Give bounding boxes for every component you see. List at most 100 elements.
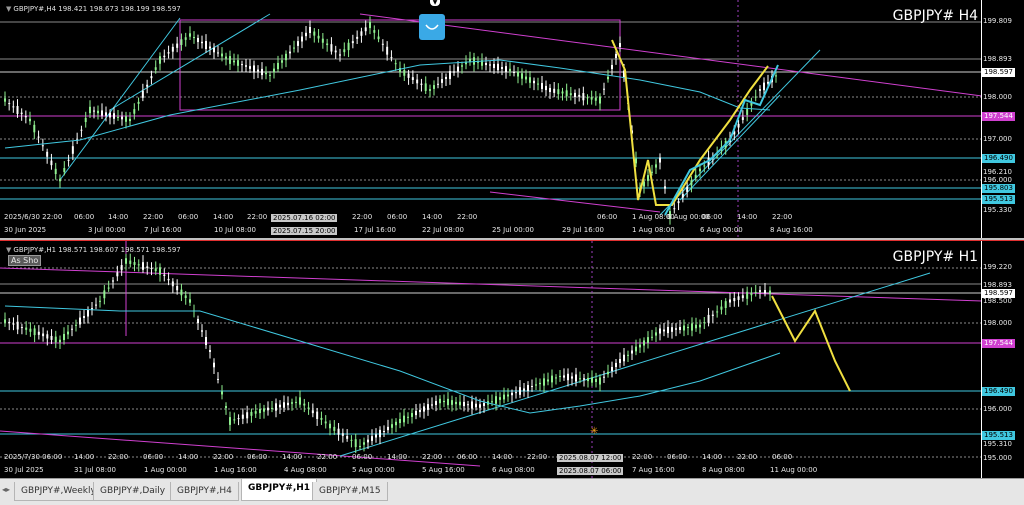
- candle-body: [424, 83, 427, 91]
- time-label: 14:00: [492, 453, 513, 461]
- candle-body: [582, 93, 585, 101]
- candle-body: [463, 401, 465, 407]
- candle-body: [579, 378, 581, 380]
- candle-body: [291, 402, 293, 404]
- time-label: 06:00: [702, 213, 723, 221]
- time-label: 22:00: [737, 453, 758, 461]
- candle-body: [299, 397, 301, 405]
- candle-body: [317, 35, 320, 39]
- candle-body: [221, 391, 223, 395]
- time-label: 22:00: [632, 453, 653, 461]
- candle-body: [583, 378, 585, 380]
- candle-body: [141, 90, 144, 98]
- time-label: 8 Aug 16:00: [770, 226, 813, 234]
- time-label: 06:00: [74, 213, 95, 221]
- candle-body: [769, 290, 771, 295]
- h1-chart-pane[interactable]: ✳ ▼ GBPJPY#,H1 198.571 198.607 198.571 19…: [0, 240, 1024, 478]
- candle-body: [25, 327, 28, 330]
- candle-body: [411, 77, 414, 80]
- candle-body: [184, 295, 187, 299]
- candle-body: [176, 43, 179, 48]
- candle-body: [517, 71, 519, 77]
- tab-h4[interactable]: GBPJPY#,H4: [170, 482, 239, 501]
- candle-body: [411, 413, 413, 417]
- candle-body: [451, 400, 453, 405]
- price-label: 195.310: [983, 440, 1012, 448]
- candle-body: [521, 73, 523, 79]
- candle-body: [75, 324, 77, 326]
- h4-chart-pane[interactable]: ▼ GBPJPY#,H4 198.421 198.673 198.199 198.…: [0, 0, 1024, 238]
- h1-timeframe-label: GBPJPY# H1: [892, 249, 978, 265]
- candle-body: [8, 103, 11, 105]
- candle-body: [764, 290, 766, 294]
- price-label: 198.000: [983, 319, 1012, 327]
- tab-daily[interactable]: GBPJPY#,Daily: [93, 482, 173, 501]
- candle-body: [283, 402, 285, 408]
- candle-body: [578, 94, 581, 97]
- signal-indicator-icon[interactable]: [419, 14, 445, 40]
- candle-body: [99, 300, 101, 302]
- candle-body: [387, 426, 389, 431]
- time-label: 06:00: [597, 213, 618, 221]
- candle-body: [759, 89, 761, 91]
- candle-body: [307, 407, 310, 409]
- price-label: 199.809: [983, 17, 1012, 25]
- time-label: 06:00: [457, 453, 478, 461]
- chart-shift-icon[interactable]: ▼: [430, 0, 440, 6]
- candle-body: [619, 359, 621, 363]
- time-label: 14:00: [387, 453, 408, 461]
- candle-body: [455, 401, 457, 405]
- candle-body: [37, 136, 40, 138]
- time-label: 06:00: [667, 453, 688, 461]
- time-label: 25 Jul 00:00: [492, 226, 534, 234]
- price-label: 199.220: [983, 263, 1012, 271]
- candle-body: [623, 354, 625, 362]
- candle-body: [163, 274, 166, 276]
- candle-body: [673, 208, 676, 210]
- cyan-level-badge: 195.803: [982, 184, 1015, 193]
- candle-body: [275, 403, 277, 411]
- time-label: 06:00: [247, 453, 268, 461]
- candle-body: [12, 106, 15, 108]
- time-label: 8 Aug 08:00: [702, 466, 745, 474]
- trendline-magenta: [0, 430, 481, 467]
- time-label: 14:00: [213, 213, 234, 221]
- candle-body: [607, 371, 609, 375]
- as-show-button[interactable]: As Sho: [8, 255, 42, 266]
- candle-body: [651, 171, 653, 173]
- candle-body: [555, 377, 557, 379]
- tab-weekly[interactable]: GBPJPY#,Weekly: [14, 482, 103, 501]
- time-label: 22:00: [108, 453, 129, 461]
- candle-body: [273, 68, 275, 73]
- h4-price-axis[interactable]: 199.809 198.893 198.597 198.000 197.544 …: [981, 0, 1024, 238]
- candle-body: [691, 323, 693, 331]
- candle-body: [4, 319, 6, 323]
- candle-body: [423, 406, 425, 412]
- candle-body: [586, 97, 589, 99]
- moving-average-cyan: [4, 305, 781, 414]
- candle-body: [453, 71, 455, 73]
- candle-body: [754, 96, 757, 98]
- time-label: 3 Jul 00:00: [88, 226, 126, 234]
- candle-body: [350, 439, 353, 441]
- tab-scroll-arrows-icon[interactable]: ◂▸: [2, 485, 10, 494]
- candle-body: [334, 50, 337, 53]
- channel-line-cyan: [679, 94, 781, 201]
- tab-m15[interactable]: GBPJPY#,M15: [312, 482, 388, 501]
- price-label: 198.500: [983, 297, 1012, 305]
- h4-chart-canvas[interactable]: [0, 0, 982, 238]
- tab-h1[interactable]: GBPJPY#,H1: [241, 479, 318, 501]
- candle-body: [491, 401, 493, 403]
- candle-body: [133, 109, 136, 114]
- candle-body: [213, 47, 215, 53]
- candle-body: [741, 295, 744, 299]
- h1-price-axis[interactable]: 199.220 198.893 198.597 198.500 198.000 …: [981, 241, 1024, 478]
- time-label: 22:00: [213, 453, 234, 461]
- h4-symbol-info: ▼ GBPJPY#,H4 198.421 198.673 198.199 198.…: [6, 5, 181, 13]
- time-label: 31 Jul 08:00: [74, 466, 116, 474]
- candle-body: [67, 331, 69, 335]
- candle-body: [121, 116, 123, 120]
- h1-chart-canvas[interactable]: ✳: [0, 241, 982, 478]
- candle-body: [209, 350, 211, 352]
- candle-body: [449, 71, 451, 79]
